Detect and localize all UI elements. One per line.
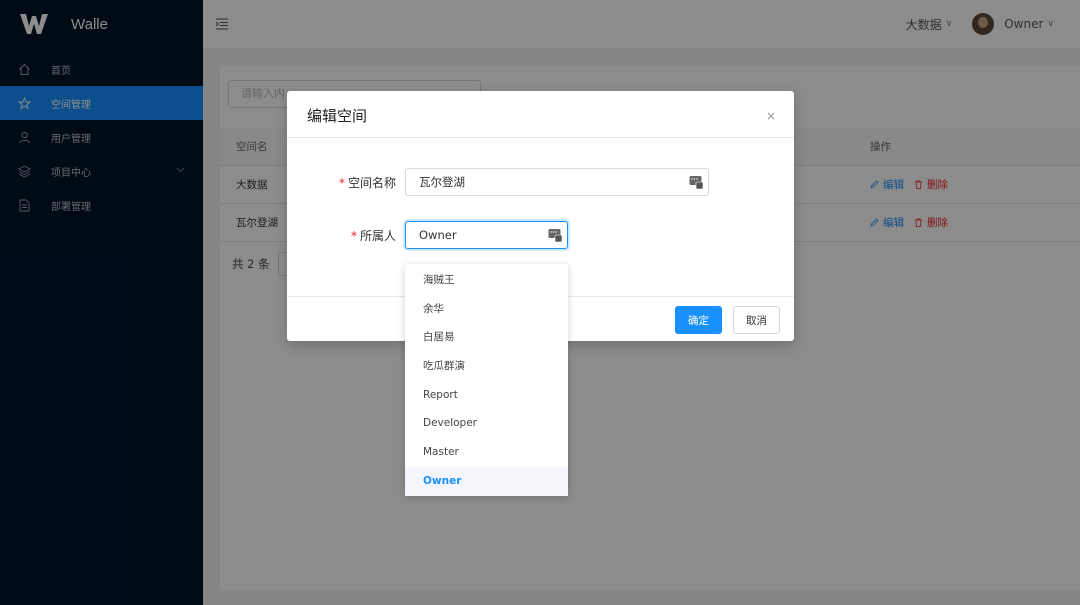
owner-dropdown: 海贼王 余华 白居易 吃瓜群演 Report Developer Master … xyxy=(405,264,568,496)
dropdown-option[interactable]: 吃瓜群演 xyxy=(405,352,568,381)
close-icon[interactable]: × xyxy=(766,109,776,123)
required-mark: * xyxy=(350,229,357,243)
dropdown-option-selected[interactable]: Owner xyxy=(405,466,568,496)
required-mark: * xyxy=(338,176,345,190)
cancel-button[interactable]: 取消 xyxy=(733,306,780,334)
dropdown-option[interactable]: Developer xyxy=(405,409,568,438)
space-name-label: * 空间名称 xyxy=(339,174,396,191)
keyboard-icon xyxy=(548,229,562,242)
owner-label-text: 所属人 xyxy=(359,229,396,243)
keyboard-icon xyxy=(689,176,703,189)
confirm-button[interactable]: 确定 xyxy=(675,306,722,334)
dropdown-option[interactable]: 余华 xyxy=(405,295,568,324)
form-row-space-name: * 空间名称 瓦尔登湖 xyxy=(287,168,794,196)
modal-header: 编辑空间 × xyxy=(287,91,794,138)
dropdown-option[interactable]: Master xyxy=(405,438,568,467)
dropdown-option[interactable]: 白居易 xyxy=(405,323,568,352)
dropdown-option[interactable]: Report xyxy=(405,381,568,410)
space-name-input[interactable]: 瓦尔登湖 xyxy=(405,168,709,196)
modal-title: 编辑空间 xyxy=(307,107,368,125)
form-row-owner: * 所属人 Owner xyxy=(287,221,794,249)
dropdown-option[interactable]: 海贼王 xyxy=(405,266,568,295)
space-name-value: 瓦尔登湖 xyxy=(419,175,465,189)
owner-select[interactable]: Owner xyxy=(405,221,568,249)
owner-value: Owner xyxy=(419,228,457,242)
space-name-label-text: 空间名称 xyxy=(347,176,396,190)
owner-label: * 所属人 xyxy=(351,227,396,244)
